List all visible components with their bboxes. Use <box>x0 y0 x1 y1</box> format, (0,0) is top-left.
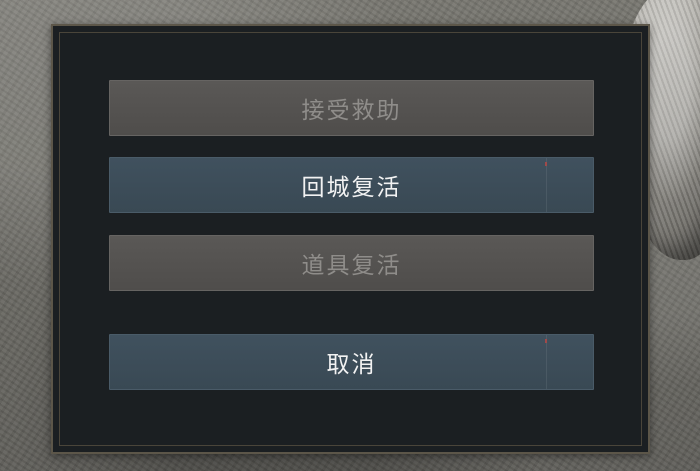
button-divider-line <box>546 158 547 212</box>
button-divider-line <box>546 335 547 389</box>
item-revive-label: 道具复活 <box>301 253 402 279</box>
return-city-revive-label: 回城复活 <box>301 175 402 201</box>
revive-dialog: 接受救助 回城复活 道具复活 取消 <box>51 24 650 454</box>
accept-rescue-button[interactable]: 接受救助 <box>109 80 594 136</box>
red-mark-icon <box>545 339 547 343</box>
accept-rescue-label: 接受救助 <box>301 98 402 124</box>
cancel-button[interactable]: 取消 <box>109 334 594 390</box>
red-mark-icon <box>545 162 547 166</box>
cancel-label: 取消 <box>326 352 377 378</box>
item-revive-button[interactable]: 道具复活 <box>109 235 594 291</box>
return-city-revive-button[interactable]: 回城复活 <box>109 157 594 213</box>
